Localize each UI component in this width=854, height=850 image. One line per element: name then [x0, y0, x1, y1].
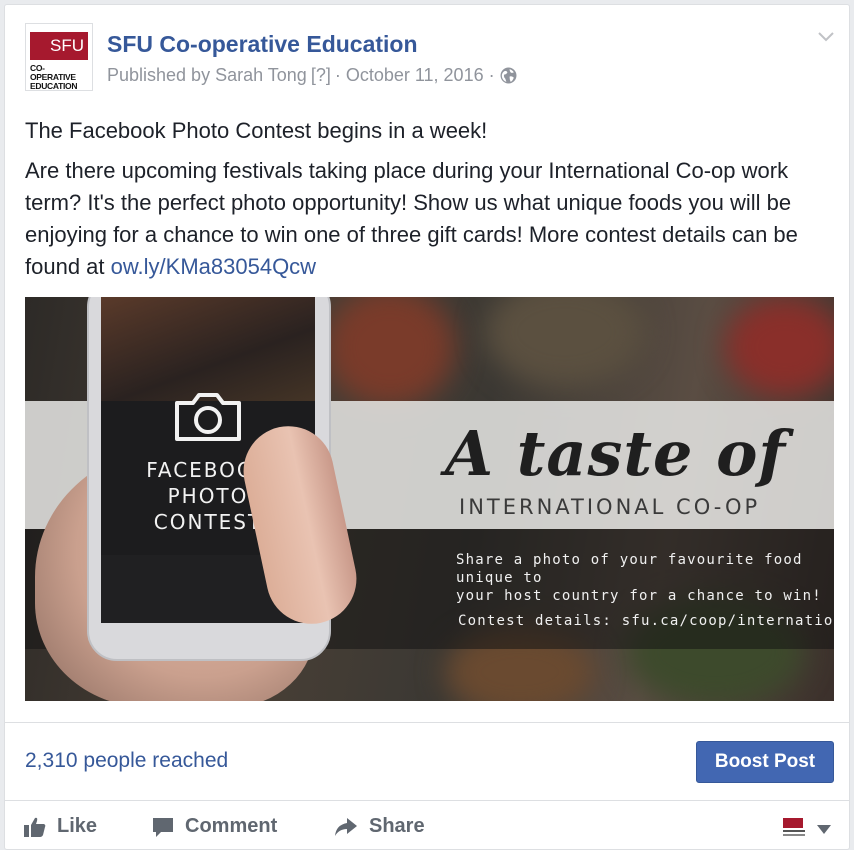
image-details: Contest details: sfu.ca/coop/internation… [458, 613, 834, 629]
share-icon [335, 817, 357, 836]
meta-separator-2: · [488, 65, 495, 85]
action-bar: Like Comment Share [23, 815, 843, 845]
globe-icon[interactable] [500, 67, 517, 84]
post-meta: Published by Sarah Tong [?] · October 11… [107, 65, 517, 86]
screen-photo [101, 297, 315, 401]
divider [5, 800, 849, 801]
chevron-down-icon[interactable] [817, 31, 835, 43]
like-label: Like [57, 815, 98, 837]
promo-line: your host country for a chance to win! [456, 588, 822, 604]
image-promo: Share a photo of your favourite food uni… [456, 551, 834, 605]
comment-button[interactable]: Comment [151, 815, 277, 838]
meta-separator: · [334, 65, 341, 85]
food-blob [725, 297, 834, 397]
post-as-avatar[interactable] [781, 817, 807, 839]
caret-down-icon[interactable] [817, 825, 831, 834]
mini-logo-line [783, 834, 805, 836]
divider [5, 722, 849, 723]
food-blob [325, 297, 455, 407]
image-subtitle: INTERNATIONAL CO-OP [459, 495, 761, 519]
post-date[interactable]: October 11, 2016 [346, 65, 484, 86]
avatar-logo: SFU [30, 32, 88, 60]
food-blob [485, 297, 645, 387]
promo-line: Share a photo of your favourite food uni… [456, 552, 803, 586]
boost-post-button[interactable]: Boost Post [696, 741, 834, 783]
image-tagline: A taste of [445, 417, 787, 490]
post-headline: The Facebook Photo Contest begins in a w… [25, 118, 488, 143]
share-label: Share [369, 815, 425, 837]
like-icon [24, 817, 46, 837]
camera-icon [175, 393, 241, 441]
published-by[interactable]: Published by Sarah Tong [107, 65, 307, 86]
post-image[interactable]: FACEBOOK PHOTO CONTEST A taste of INTERN… [25, 297, 834, 701]
page-name-link[interactable]: SFU Co-operative Education [107, 31, 418, 58]
help-marker[interactable]: [?] [311, 65, 331, 86]
avatar-logo-sub: CO-OPERATIVE EDUCATION [30, 63, 78, 91]
people-reached-link[interactable]: 2,310 people reached [25, 749, 228, 773]
comment-label: Comment [185, 815, 278, 837]
post-card: SFU CO-OPERATIVE EDUCATION SFU Co-operat… [4, 4, 850, 850]
mini-logo-line [783, 830, 805, 832]
post-body: Are there upcoming festivals taking plac… [25, 155, 845, 283]
contest-link[interactable]: ow.ly/KMa83054Qcw [111, 254, 316, 279]
page-avatar[interactable]: SFU CO-OPERATIVE EDUCATION [25, 23, 93, 91]
share-button[interactable]: Share [333, 815, 425, 838]
post-header: SFU CO-OPERATIVE EDUCATION SFU Co-operat… [25, 23, 835, 93]
like-button[interactable]: Like [23, 815, 97, 838]
mini-logo [783, 818, 803, 828]
comment-icon [153, 817, 173, 837]
post-text: The Facebook Photo Contest begins in a w… [25, 115, 845, 283]
